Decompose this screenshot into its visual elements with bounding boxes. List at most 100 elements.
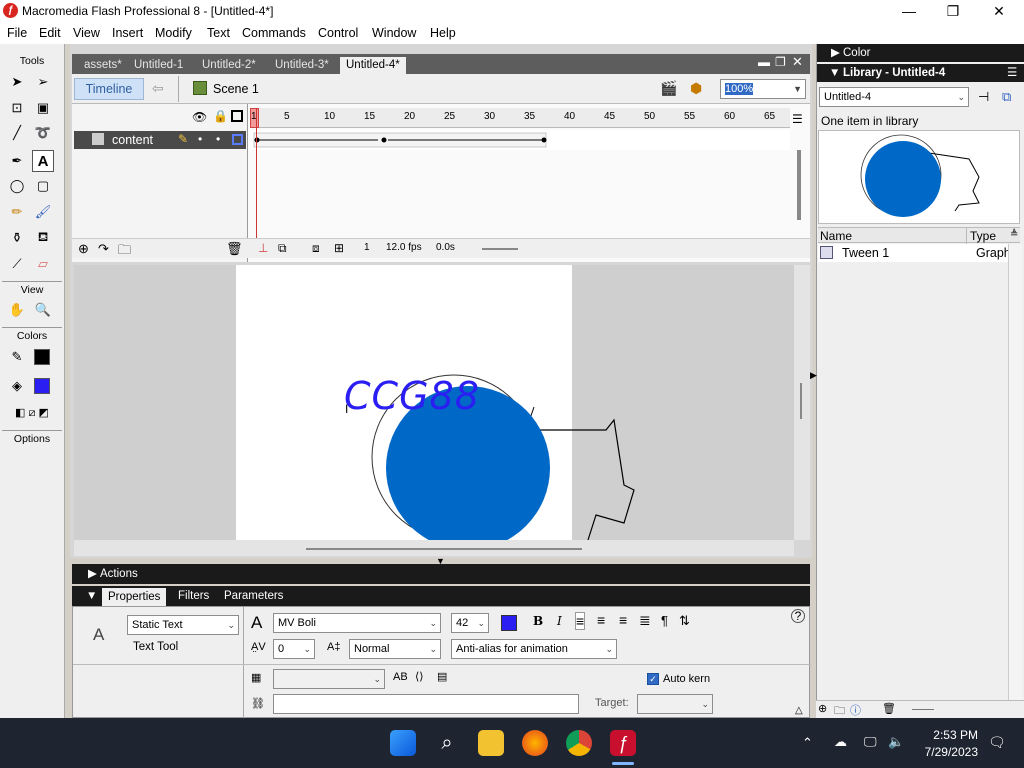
selectable-icon[interactable]: AB xyxy=(393,671,408,683)
text-tool-icon[interactable]: A xyxy=(32,150,54,172)
doc-tab-untitled-1[interactable]: Untitled-1 xyxy=(128,57,189,74)
menu-commands[interactable]: Commands xyxy=(242,26,306,40)
edit-symbols-icon[interactable]: ⬢ xyxy=(690,80,702,97)
font-family-select[interactable]: MV Boli ⌄ xyxy=(273,613,441,633)
fill-color-swatch[interactable] xyxy=(34,378,50,394)
library-vscrollbar[interactable] xyxy=(1008,244,1022,704)
layer-lock-dot[interactable]: • xyxy=(216,132,220,146)
char-position-select[interactable]: Normal ⌄ xyxy=(349,639,441,659)
lock-icon[interactable]: 🔒 xyxy=(213,109,228,123)
tab-filters[interactable]: Filters xyxy=(178,586,209,606)
line-tool-icon[interactable]: ╱ xyxy=(6,122,28,144)
close-button[interactable]: ✕ xyxy=(976,0,1022,22)
timeline-toggle-button[interactable]: Timeline xyxy=(74,78,144,100)
show-hide-icon[interactable]: 👁 xyxy=(192,110,207,124)
scene-label[interactable]: Scene 1 xyxy=(213,82,259,96)
chrome-icon[interactable] xyxy=(566,730,592,756)
delete-layer-icon[interactable]: 🗑 xyxy=(226,241,243,257)
sort-icon[interactable]: ≜ xyxy=(1010,229,1018,240)
letter-spacing-field[interactable]: 0 ⌄ xyxy=(273,639,315,659)
menu-edit[interactable]: Edit xyxy=(39,26,61,40)
menu-window[interactable]: Window xyxy=(372,26,416,40)
edit-multiple-frames-icon[interactable]: ⊞ xyxy=(334,241,344,255)
maximize-button[interactable]: ❐ xyxy=(930,0,976,22)
border-icon[interactable]: ▤ xyxy=(437,670,447,683)
rectangle-tool-icon[interactable]: ▢ xyxy=(32,175,54,197)
oval-tool-icon[interactable]: ◯ xyxy=(6,175,28,197)
stage-text[interactable]: CCG88 xyxy=(344,374,480,418)
paint-bucket-icon[interactable]: ⛾ xyxy=(32,227,54,249)
ink-bottle-icon[interactable]: ⚱ xyxy=(6,227,28,249)
vscroll-thumb[interactable] xyxy=(800,383,802,419)
minimize-button[interactable]: — xyxy=(886,0,932,22)
file-explorer-icon[interactable] xyxy=(478,730,504,756)
frame-rate[interactable]: 12.0 fps xyxy=(386,242,422,253)
frame-strip[interactable] xyxy=(250,130,790,150)
hscroll-thumb[interactable] xyxy=(306,548,582,550)
doc-close-icon[interactable]: ✕ xyxy=(792,54,803,70)
auto-kern-checkbox[interactable]: ✓ xyxy=(647,673,659,685)
clock-time[interactable]: 2:53 PM xyxy=(928,728,978,742)
delete-item-icon[interactable]: 🗑 xyxy=(882,702,896,715)
notifications-icon[interactable]: 🗨 xyxy=(988,734,1006,751)
layer-visible-dot[interactable]: • xyxy=(198,132,202,146)
paragraph-icon[interactable]: ¶ xyxy=(661,613,668,628)
help-icon[interactable]: ? xyxy=(791,609,805,623)
hand-tool-icon[interactable]: ✋ xyxy=(6,299,28,321)
volume-icon[interactable]: 🔈 xyxy=(888,734,904,750)
layer-row-content[interactable]: content ✎ • • xyxy=(74,131,246,149)
color-panel-header[interactable]: ▶ Color xyxy=(817,44,1024,62)
new-symbol-icon[interactable]: ⊕ xyxy=(818,702,827,715)
timeline-vscroll-thumb[interactable] xyxy=(797,150,801,220)
add-layer-icon[interactable]: ⊕ xyxy=(78,241,89,257)
free-transform-icon[interactable]: ⊡ xyxy=(6,97,28,119)
start-button-icon[interactable] xyxy=(390,730,416,756)
doc-tab-untitled-2[interactable]: Untitled-2* xyxy=(196,57,262,74)
network-icon[interactable]: 🖵 xyxy=(864,734,877,750)
search-icon[interactable]: ⌕ xyxy=(434,730,460,756)
firefox-icon[interactable] xyxy=(522,730,548,756)
antialias-select[interactable]: Anti-alias for animation ⌄ xyxy=(451,639,617,659)
actions-panel-header[interactable]: ▶ Actions xyxy=(72,564,810,584)
dock-collapse-arrow[interactable]: ▶ xyxy=(810,370,817,381)
doc-minimize-icon[interactable]: ▬ xyxy=(758,55,770,69)
align-right-icon[interactable]: ≡ xyxy=(619,612,627,628)
library-item-row[interactable]: Tween 1 Graph xyxy=(818,244,1011,262)
timeline-menu-icon[interactable]: ☰ xyxy=(792,112,803,126)
flash-taskbar-icon[interactable]: ƒ xyxy=(610,730,636,756)
url-select[interactable]: ⌄ xyxy=(273,669,385,689)
doc-restore-icon[interactable]: ❐ xyxy=(775,55,786,69)
stage-hscrollbar[interactable] xyxy=(74,540,794,556)
eraser-tool-icon[interactable]: ▱ xyxy=(32,253,54,275)
zoom-tool-icon[interactable]: 🔍 xyxy=(32,299,54,321)
tray-chevron-icon[interactable]: ⌃ xyxy=(802,735,813,751)
collapse-arrow-icon[interactable]: ▼ xyxy=(86,586,97,606)
col-name-header[interactable]: Name xyxy=(820,229,852,243)
new-library-panel-icon[interactable]: ⧉ xyxy=(1002,89,1011,105)
swap-colors-icon[interactable]: ◧ ⧄ ◩ xyxy=(2,402,62,424)
props-expand-icon[interactable]: △ xyxy=(795,705,803,716)
stroke-color-swatch[interactable] xyxy=(34,349,50,365)
col-type-header[interactable]: Type xyxy=(970,229,996,243)
gradient-transform-icon[interactable]: ▣ xyxy=(32,97,54,119)
pin-library-icon[interactable]: ⊣ xyxy=(978,89,989,105)
italic-button[interactable]: I xyxy=(557,614,562,628)
layer-outline-swatch[interactable] xyxy=(232,134,243,145)
menu-insert[interactable]: Insert xyxy=(112,26,143,40)
eyedropper-icon[interactable]: ⟋ xyxy=(6,253,28,275)
brush-tool-icon[interactable]: 🖌 xyxy=(32,201,54,223)
edit-scene-icon[interactable]: 🎬 xyxy=(660,80,677,97)
outline-icon[interactable] xyxy=(231,110,243,122)
center-frame-icon[interactable]: ⊥ xyxy=(258,241,268,255)
tab-parameters[interactable]: Parameters xyxy=(224,586,283,606)
add-motion-guide-icon[interactable]: ↷ xyxy=(98,241,109,257)
font-size-field[interactable]: 42 ⌄ xyxy=(451,613,489,633)
subselection-tool-icon[interactable]: ➢ xyxy=(32,71,54,93)
align-left-icon[interactable]: ≡ xyxy=(575,612,586,630)
doc-tab-assets[interactable]: assets* xyxy=(78,57,128,74)
timeline-hscroll-thumb[interactable] xyxy=(482,248,518,250)
clock-date[interactable]: 7/29/2023 xyxy=(912,745,978,759)
frame-ruler[interactable]: 1 5 10 15 20 25 30 35 40 45 50 55 60 65 xyxy=(250,108,790,128)
menu-text[interactable]: Text xyxy=(207,26,230,40)
onion-skin-icon[interactable]: ⧉ xyxy=(278,241,287,256)
